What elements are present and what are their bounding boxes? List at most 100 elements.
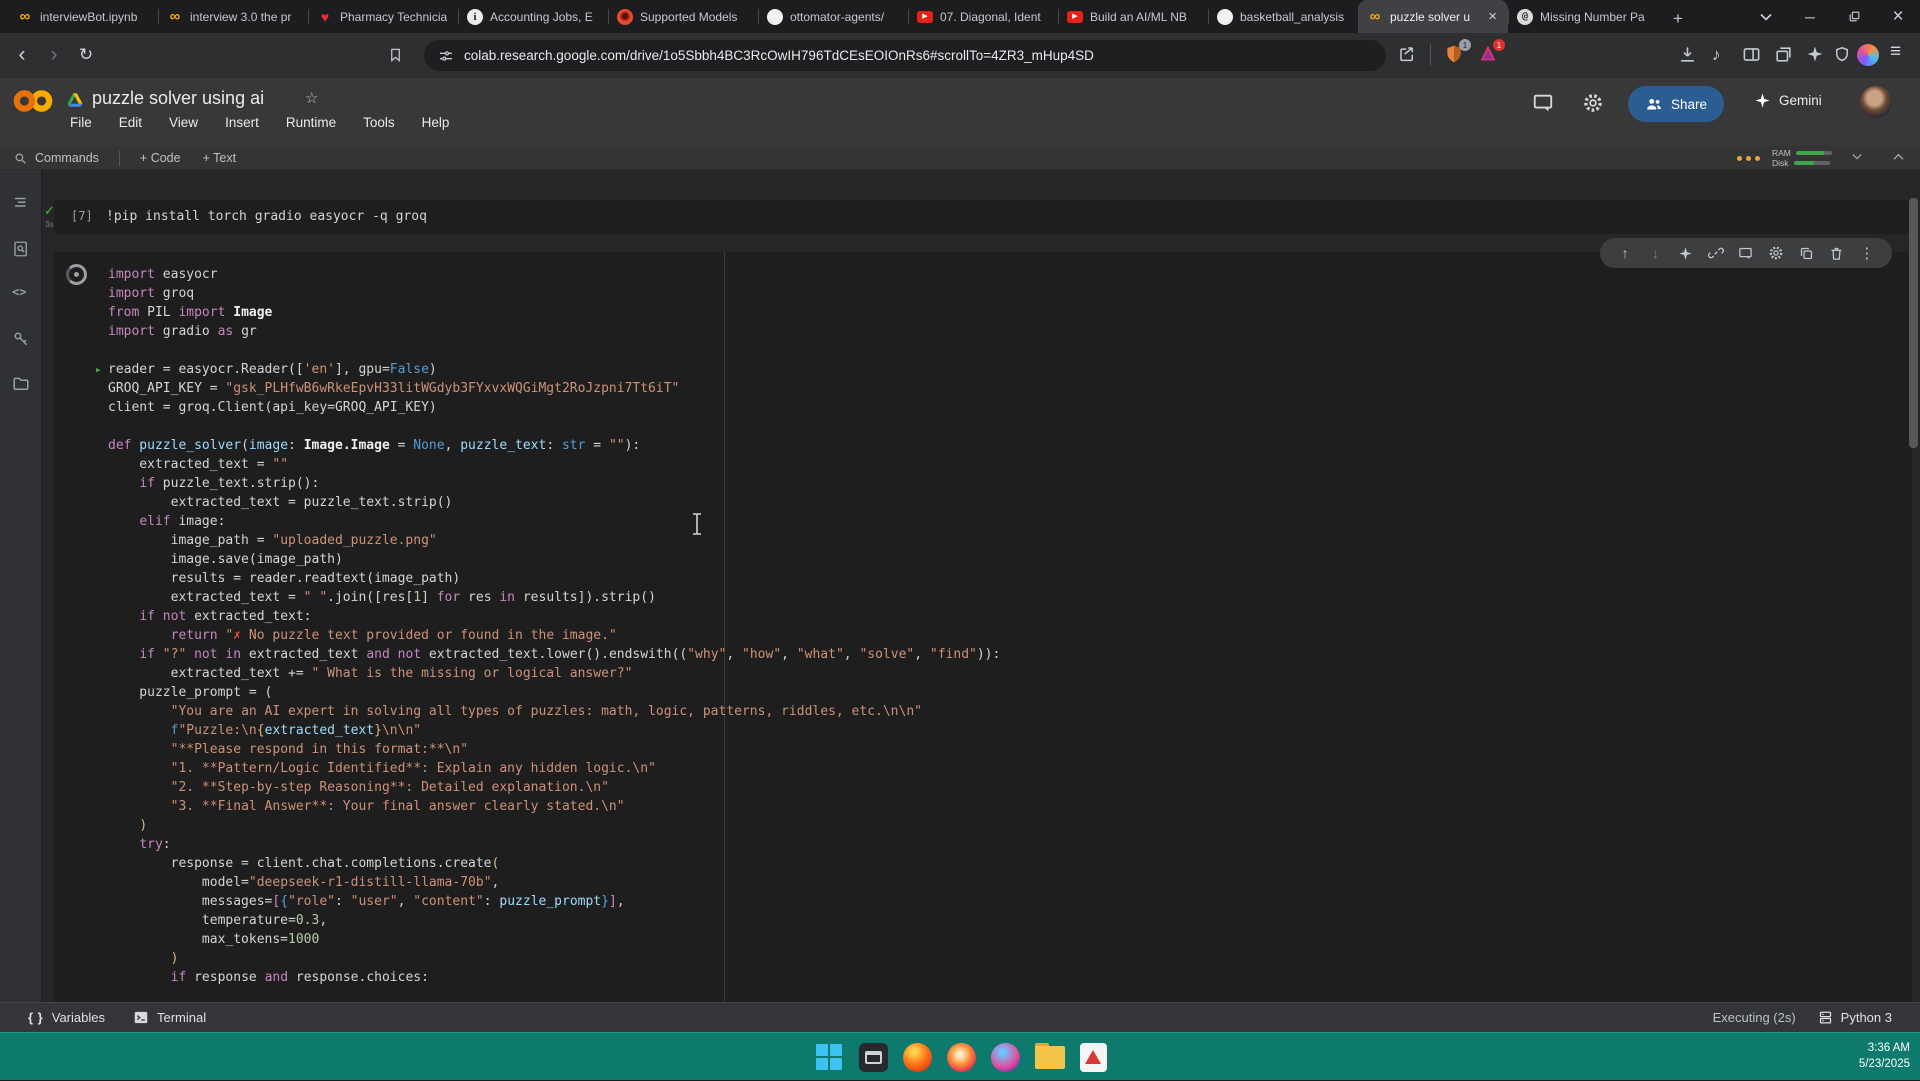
split-screen-icon[interactable] <box>1742 45 1761 64</box>
menu-insert[interactable]: Insert <box>225 115 259 130</box>
star-icon[interactable]: ☆ <box>305 89 318 107</box>
media-control-icon[interactable]: ♪ <box>1712 45 1721 65</box>
variables-label: Variables <box>52 1010 105 1025</box>
kernel-label: Python 3 <box>1841 1010 1892 1025</box>
add-comment-icon[interactable] <box>1736 246 1756 261</box>
new-tab-button[interactable]: + <box>1664 5 1692 33</box>
browser-tab[interactable]: ∞interviewBot.ipynb <box>8 0 158 33</box>
task-view-icon[interactable] <box>859 1043 888 1072</box>
gemini-sparkle-icon[interactable] <box>1676 246 1696 261</box>
browser-profile-orb-icon[interactable] <box>1857 44 1879 66</box>
browser-tab[interactable]: ♥Pharmacy Technicia <box>308 0 458 33</box>
browser-tab[interactable]: ottomator-agents/ <box>758 0 908 33</box>
start-button-icon[interactable] <box>814 1042 844 1072</box>
add-text-button[interactable]: + Text <box>203 151 236 165</box>
share-page-icon[interactable] <box>1398 45 1416 63</box>
address-bar[interactable]: colab.research.google.com/drive/1o5Sbbh4… <box>424 40 1386 71</box>
firefox-icon[interactable] <box>903 1043 932 1072</box>
url-text: colab.research.google.com/drive/1o5Sbbh4… <box>464 48 1094 63</box>
browser-tab[interactable]: @Missing Number Pa <box>1508 0 1658 33</box>
app-icon[interactable] <box>1080 1043 1107 1072</box>
pip-code[interactable]: !pip install torch gradio easyocr -q gro… <box>106 207 427 226</box>
clock-date: 5/23/2025 <box>1859 1056 1910 1072</box>
browser-tab[interactable]: ▶Build an AI/ML NB <box>1058 0 1208 33</box>
collapse-toolbar-icon[interactable] <box>1893 153 1904 161</box>
files-folder-icon[interactable] <box>12 375 30 393</box>
firefox-profile-icon[interactable] <box>947 1043 976 1072</box>
table-of-contents-icon[interactable] <box>12 194 30 212</box>
main-code-cell[interactable]: import easyocrimport groqfrom PIL import… <box>54 252 1912 1002</box>
browser-menu-icon[interactable]: ≡ <box>1890 41 1901 63</box>
code-line: f"Puzzle:\n{extracted_text}\n\n" <box>108 721 1000 740</box>
menu-edit[interactable]: Edit <box>119 115 142 130</box>
site-settings-icon[interactable] <box>438 48 454 64</box>
close-window-button[interactable]: × <box>1876 0 1920 33</box>
delete-cell-icon[interactable] <box>1827 246 1847 261</box>
secrets-key-icon[interactable] <box>12 330 30 348</box>
extension-shield-icon[interactable]: 1 <box>1444 43 1466 65</box>
browser-tab[interactable]: basketball_analysis <box>1208 0 1358 33</box>
cell-settings-gear-icon[interactable] <box>1766 245 1786 261</box>
code-snippets-icon[interactable]: <> <box>12 285 26 299</box>
more-actions-icon[interactable]: ⋮ <box>1857 244 1877 262</box>
code-line: extracted_text = puzzle_text.strip() <box>108 493 1000 512</box>
notebook-title[interactable]: puzzle solver using ai <box>92 88 264 109</box>
minimize-button[interactable]: ─ <box>1788 0 1832 33</box>
reload-button[interactable]: ↻ <box>72 41 100 69</box>
menu-view[interactable]: View <box>169 115 198 130</box>
menu-runtime[interactable]: Runtime <box>286 115 336 130</box>
copy-link-icon[interactable] <box>1706 245 1726 261</box>
restore-button[interactable] <box>1832 0 1876 33</box>
bookmark-icon[interactable] <box>388 46 403 64</box>
browser-tab[interactable]: ∞interview 3.0 the pr <box>158 0 308 33</box>
move-cell-down-icon[interactable]: ↓ <box>1645 245 1665 261</box>
code-line: puzzle_prompt = ( <box>108 683 1000 702</box>
tab-search-chevron-icon[interactable] <box>1744 0 1788 33</box>
comments-icon[interactable] <box>1532 92 1554 114</box>
browser-tab[interactable]: ▶07. Diagonal, Ident <box>908 0 1058 33</box>
taskbar-clock[interactable]: 3:36 AM 5/23/2025 <box>1859 1040 1910 1072</box>
cell-running-spinner-icon[interactable] <box>66 264 87 285</box>
downloads-icon[interactable] <box>1678 45 1697 64</box>
code-line: image_path = "uploaded_puzzle.png" <box>108 531 1000 550</box>
browser-tab[interactable]: ∞puzzle solver u× <box>1358 0 1508 33</box>
settings-gear-icon[interactable] <box>1582 92 1604 114</box>
copilot-sparkle-icon[interactable] <box>1806 45 1824 63</box>
firefox-nightly-icon[interactable] <box>991 1043 1020 1072</box>
browser-tab[interactable]: iAccounting Jobs, E <box>458 0 608 33</box>
kernel-selector[interactable]: Python 3 <box>1818 1010 1892 1025</box>
code-line: model="deepseek-r1-distill-llama-70b", <box>108 873 1000 892</box>
forward-button[interactable]: › <box>40 41 68 69</box>
terminal-button[interactable]: Terminal <box>133 1010 206 1025</box>
cell-exec-time: 3s <box>45 220 53 229</box>
gemini-button[interactable]: Gemini <box>1754 92 1822 109</box>
add-code-button[interactable]: + Code <box>140 151 181 165</box>
menu-file[interactable]: File <box>70 115 92 130</box>
browser-tab[interactable]: Supported Models <box>608 0 758 33</box>
code-line: client = groq.Client(api_key=GROQ_API_KE… <box>108 398 1000 417</box>
code-editor[interactable]: import easyocrimport groqfrom PIL import… <box>108 265 1000 987</box>
find-replace-icon[interactable] <box>12 240 30 258</box>
scrollbar-thumb[interactable] <box>1909 198 1918 448</box>
globe-favicon: @ <box>1517 9 1533 25</box>
browser-shield-icon[interactable] <box>1833 45 1851 64</box>
back-button[interactable]: ‹ <box>8 41 36 69</box>
file-explorer-icon[interactable] <box>1035 1042 1065 1072</box>
tab-close-icon[interactable]: × <box>1486 8 1499 25</box>
share-button[interactable]: Share <box>1628 86 1724 122</box>
resource-meters[interactable]: RAM Disk <box>1772 148 1832 168</box>
collections-icon[interactable] <box>1774 45 1793 64</box>
menu-tools[interactable]: Tools <box>363 115 395 130</box>
meters-chevron-icon[interactable] <box>1852 153 1862 160</box>
move-cell-up-icon[interactable]: ↑ <box>1615 245 1635 261</box>
pip-install-cell[interactable]: [7] !pip install torch gradio easyocr -q… <box>54 200 1912 234</box>
mirror-cell-icon[interactable] <box>1796 246 1816 261</box>
commands-button[interactable]: Commands <box>35 151 99 165</box>
youtube-favicon: ▶ <box>917 11 933 23</box>
extension-triangle-icon[interactable]: 1 <box>1478 43 1500 65</box>
menu-help[interactable]: Help <box>422 115 450 130</box>
avatar[interactable] <box>1860 86 1892 118</box>
variables-button[interactable]: { } Variables <box>28 1010 105 1025</box>
code-line: "3. **Final Answer**: Your final answer … <box>108 797 1000 816</box>
code-line: max_tokens=1000 <box>108 930 1000 949</box>
